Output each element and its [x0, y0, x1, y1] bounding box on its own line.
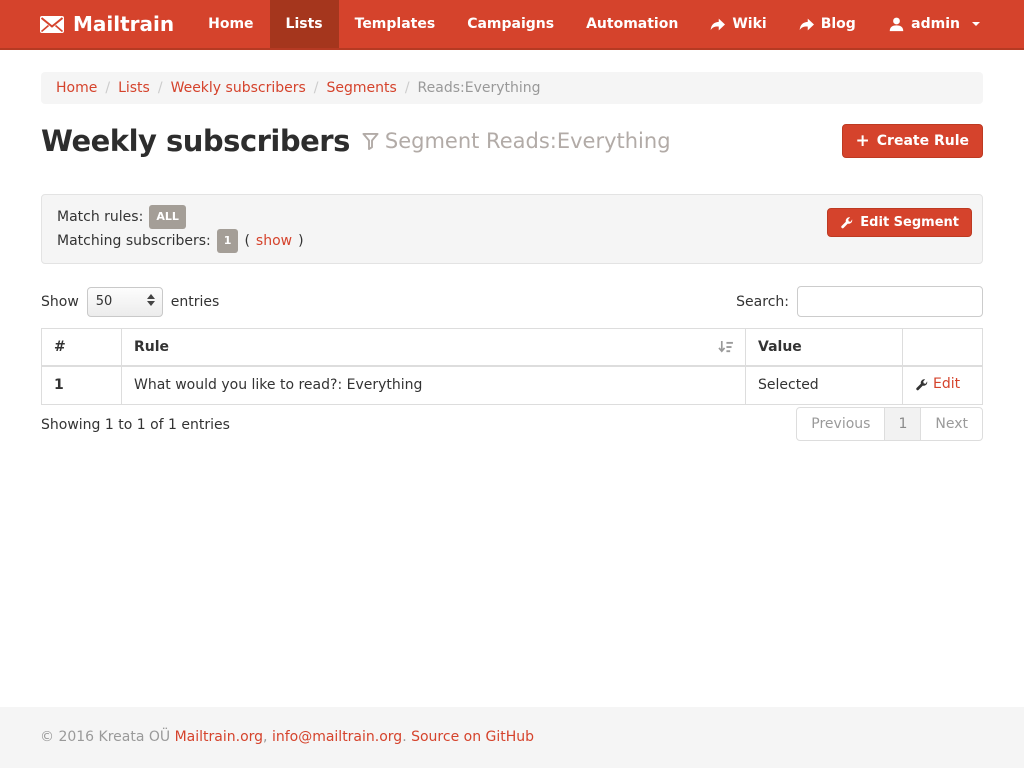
- nav-item-blog[interactable]: Blog: [783, 0, 872, 48]
- entries-info: Showing 1 to 1 of 1 entries: [41, 407, 230, 433]
- filter-icon: [362, 132, 379, 150]
- footer-separator: .: [402, 729, 406, 745]
- pagination-previous-button[interactable]: Previous: [796, 407, 885, 441]
- source-github-link[interactable]: Source on GitHub: [411, 729, 534, 745]
- table-row: 1 What would you like to read?: Everythi…: [42, 366, 983, 404]
- footer-separator: ,: [263, 729, 267, 745]
- chevron-down-icon: [972, 22, 980, 26]
- mailtrain-org-link[interactable]: Mailtrain.org: [175, 729, 263, 745]
- pagination-next-button[interactable]: Next: [920, 407, 983, 441]
- edit-rule-link[interactable]: Edit: [915, 376, 960, 392]
- copyright-text: © 2016 Kreata OÜ: [40, 729, 170, 745]
- column-header-rule[interactable]: Rule: [122, 329, 746, 367]
- paren-close: ): [298, 231, 303, 251]
- match-rules-badge: ALL: [149, 205, 186, 229]
- column-header-value[interactable]: Value: [746, 329, 903, 367]
- breadcrumb-separator: /: [105, 80, 110, 96]
- pagination: Previous 1 Next: [796, 407, 983, 441]
- nav-label: Campaigns: [467, 16, 554, 32]
- edit-segment-label: Edit Segment: [860, 215, 959, 230]
- page-subtitle-label: Segment Reads:Everything: [385, 129, 671, 153]
- show-subscribers-link[interactable]: show: [256, 231, 292, 251]
- page-header: Weekly subscribers Segment Reads:Everyth…: [41, 124, 983, 158]
- envelope-icon: [40, 16, 64, 33]
- breadcrumb-separator: /: [314, 80, 319, 96]
- matching-subscribers-label: Matching subscribers:: [57, 231, 211, 251]
- action-cell: Edit: [903, 366, 983, 404]
- wrench-icon: [840, 216, 853, 229]
- external-link-icon: [710, 18, 725, 31]
- external-link-icon: [799, 18, 814, 31]
- breadcrumb-home[interactable]: Home: [56, 80, 97, 96]
- page-size-value: 50: [96, 294, 113, 309]
- select-spinner-icon: [147, 294, 155, 306]
- breadcrumb-segments[interactable]: Segments: [327, 80, 397, 96]
- breadcrumb-separator: /: [158, 80, 163, 96]
- create-rule-label: Create Rule: [877, 133, 969, 149]
- breadcrumb-weekly-subscribers[interactable]: Weekly subscribers: [171, 80, 306, 96]
- rule-number-cell: 1: [42, 366, 122, 404]
- nav-item-campaigns[interactable]: Campaigns: [451, 0, 570, 48]
- user-menu[interactable]: admin: [873, 0, 996, 48]
- plus-icon: +: [856, 134, 870, 148]
- brand-label: Mailtrain: [73, 12, 174, 36]
- user-label: admin: [911, 16, 960, 32]
- user-icon: [889, 17, 904, 32]
- segment-panel: Match rules: ALL Matching subscribers: 1…: [41, 194, 983, 264]
- nav-label: Templates: [355, 16, 436, 32]
- search-input[interactable]: [797, 286, 983, 317]
- edit-segment-button[interactable]: Edit Segment: [827, 208, 972, 237]
- nav-item-wiki[interactable]: Wiki: [694, 0, 782, 48]
- table-footer: Showing 1 to 1 of 1 entries Previous 1 N…: [41, 407, 983, 441]
- column-header-rule-label: Rule: [134, 339, 169, 355]
- nav-item-home[interactable]: Home: [192, 0, 269, 48]
- match-rules-label: Match rules:: [57, 207, 143, 227]
- show-label: Show: [41, 294, 79, 310]
- matching-count-badge: 1: [217, 229, 239, 253]
- email-link[interactable]: info@mailtrain.org: [272, 729, 402, 745]
- page-size-select[interactable]: 50: [87, 287, 163, 317]
- entries-label: entries: [171, 294, 220, 310]
- breadcrumb-separator: /: [405, 80, 410, 96]
- top-navbar: Mailtrain Home Lists Templates Campaigns…: [0, 0, 1024, 50]
- brand-mailtrain[interactable]: Mailtrain: [0, 0, 192, 48]
- value-cell: Selected: [746, 366, 903, 404]
- breadcrumb-lists[interactable]: Lists: [118, 80, 150, 96]
- rules-table: # Rule Value: [41, 328, 983, 405]
- wrench-icon: [915, 378, 928, 391]
- column-header-actions: [903, 329, 983, 367]
- nav-label: Home: [208, 16, 253, 32]
- paren-open: (: [244, 231, 249, 251]
- page-footer: © 2016 Kreata OÜ Mailtrain.org, info@mai…: [0, 707, 1024, 768]
- breadcrumb: Home / Lists / Weekly subscribers / Segm…: [41, 72, 983, 104]
- search-label: Search:: [736, 294, 789, 310]
- sort-icon: [718, 341, 733, 354]
- nav-item-automation[interactable]: Automation: [570, 0, 694, 48]
- column-header-number[interactable]: #: [42, 329, 122, 367]
- nav-item-lists[interactable]: Lists: [270, 0, 339, 48]
- rule-cell: What would you like to read?: Everything: [122, 366, 746, 404]
- page-title: Weekly subscribers: [41, 124, 350, 158]
- page-subtitle: Segment Reads:Everything: [362, 129, 671, 153]
- nav-label: Automation: [586, 16, 678, 32]
- create-rule-button[interactable]: + Create Rule: [842, 124, 983, 158]
- nav-label: Blog: [821, 16, 856, 32]
- nav-label: Lists: [286, 16, 323, 32]
- nav-item-templates[interactable]: Templates: [339, 0, 452, 48]
- edit-rule-label: Edit: [933, 376, 960, 392]
- pagination-page-1-button[interactable]: 1: [884, 407, 921, 441]
- nav-label: Wiki: [732, 16, 766, 32]
- table-header-row: # Rule Value: [42, 329, 983, 367]
- table-controls: Show 50 entries Search:: [41, 286, 983, 317]
- breadcrumb-current: Reads:Everything: [418, 80, 541, 96]
